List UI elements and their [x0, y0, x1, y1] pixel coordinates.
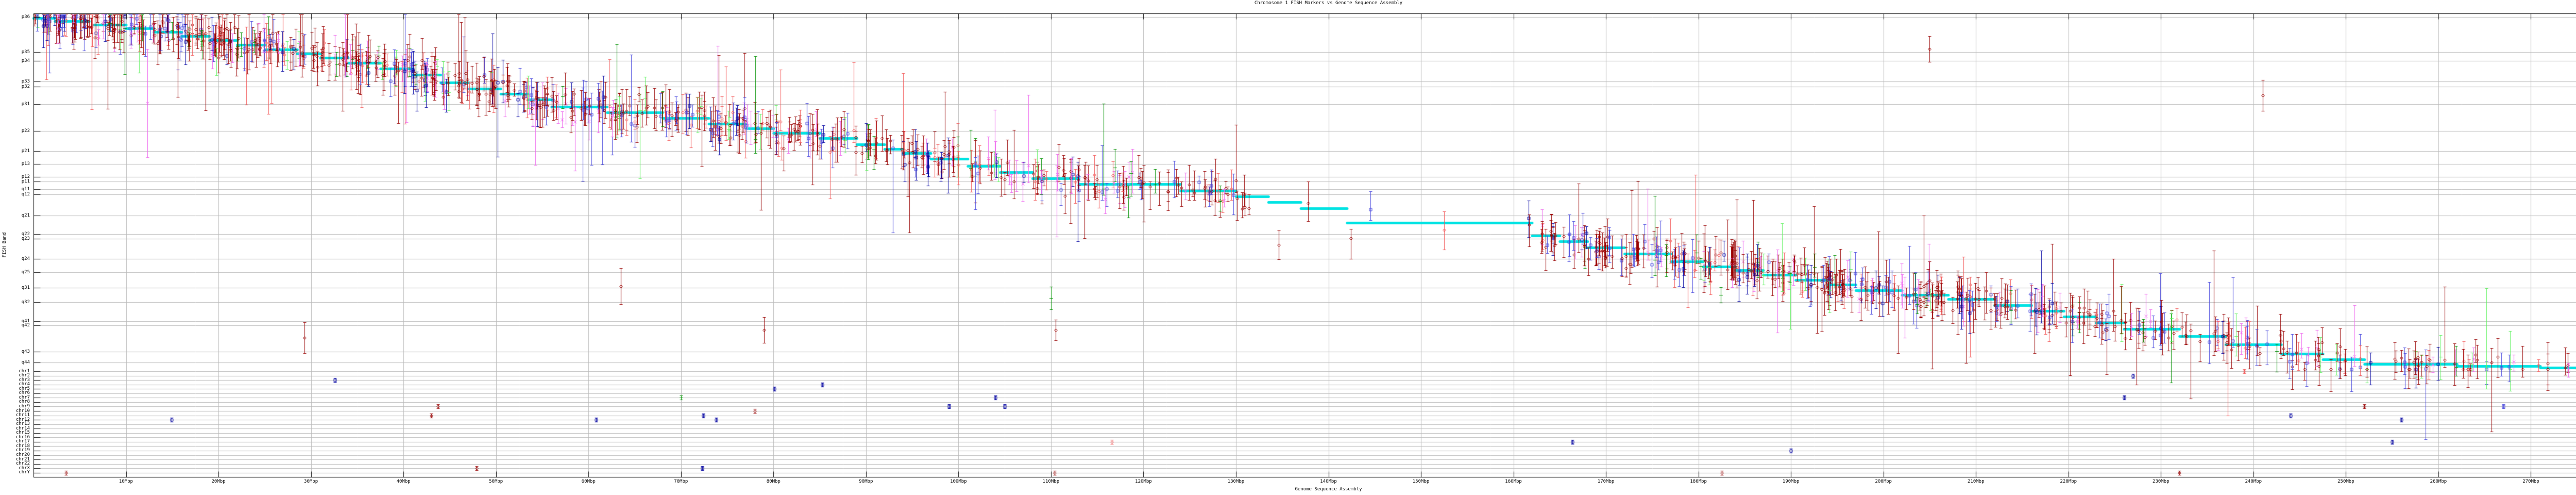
x-tick-80mbp: 80Mbp: [753, 479, 794, 484]
x-tick-100mbp: 100Mbp: [938, 479, 979, 484]
x-tick-230mbp: 230Mbp: [2140, 479, 2181, 484]
y-tick-band-q23: q23: [0, 237, 30, 241]
x-tick-10mbp: 10Mbp: [106, 479, 147, 484]
x-tick-90mbp: 90Mbp: [845, 479, 887, 484]
y-tick-chr-chrY: chrY: [0, 470, 30, 475]
x-tick-200mbp: 200Mbp: [1863, 479, 1904, 484]
y-tick-band-p22: p22: [0, 129, 30, 134]
y-tick-band-p31: p31: [0, 102, 30, 107]
x-tick-140mbp: 140Mbp: [1308, 479, 1349, 484]
y-tick-band-p35: p35: [0, 50, 30, 55]
y-tick-band-p36: p36: [0, 15, 30, 20]
y-tick-band-p33: p33: [0, 79, 30, 84]
x-tick-250mbp: 250Mbp: [2325, 479, 2366, 484]
y-tick-band-q24: q24: [0, 257, 30, 261]
x-tick-270mbp: 270Mbp: [2510, 479, 2551, 484]
fish-marker-chart: Chromosome 1 FISH Markers vs Genome Sequ…: [0, 0, 2576, 495]
x-axis-title: Genome Sequence Assembly: [33, 487, 2576, 492]
y-tick-band-p21: p21: [0, 149, 30, 154]
x-tick-180mbp: 180Mbp: [1678, 479, 1719, 484]
x-tick-170mbp: 170Mbp: [1585, 479, 1626, 484]
y-tick-band-q25: q25: [0, 270, 30, 275]
x-tick-260mbp: 260Mbp: [2418, 479, 2459, 484]
x-tick-120mbp: 120Mbp: [1123, 479, 1164, 484]
y-tick-band-q21: q21: [0, 213, 30, 218]
y-tick-band-q31: q31: [0, 286, 30, 290]
x-tick-50mbp: 50Mbp: [476, 479, 517, 484]
y-tick-band-q32: q32: [0, 300, 30, 305]
x-tick-30mbp: 30Mbp: [291, 479, 332, 484]
x-tick-240mbp: 240Mbp: [2233, 479, 2274, 484]
x-tick-160mbp: 160Mbp: [1493, 479, 1534, 484]
y-tick-band-p13: p13: [0, 162, 30, 167]
y-tick-band-q11: q11: [0, 187, 30, 192]
x-tick-60mbp: 60Mbp: [568, 479, 609, 484]
y-tick-band-q44: q44: [0, 360, 30, 365]
y-tick-band-p32: p32: [0, 85, 30, 89]
x-tick-40mbp: 40Mbp: [383, 479, 424, 484]
x-tick-130mbp: 130Mbp: [1215, 479, 1257, 484]
x-tick-20mbp: 20Mbp: [198, 479, 239, 484]
y-tick-band-q12: q12: [0, 192, 30, 197]
plot-area: [0, 0, 2576, 495]
y-tick-band-q43: q43: [0, 350, 30, 354]
x-tick-110mbp: 110Mbp: [1030, 479, 1072, 484]
x-tick-220mbp: 220Mbp: [2048, 479, 2089, 484]
x-tick-150mbp: 150Mbp: [1400, 479, 1442, 484]
x-tick-210mbp: 210Mbp: [1955, 479, 1996, 484]
y-tick-band-p11: p11: [0, 179, 30, 184]
x-tick-70mbp: 70Mbp: [660, 479, 702, 484]
y-tick-band-p34: p34: [0, 59, 30, 63]
y-tick-band-q42: q42: [0, 323, 30, 328]
chart-title: Chromosome 1 FISH Markers vs Genome Sequ…: [33, 1, 2576, 6]
x-tick-190mbp: 190Mbp: [1770, 479, 1811, 484]
